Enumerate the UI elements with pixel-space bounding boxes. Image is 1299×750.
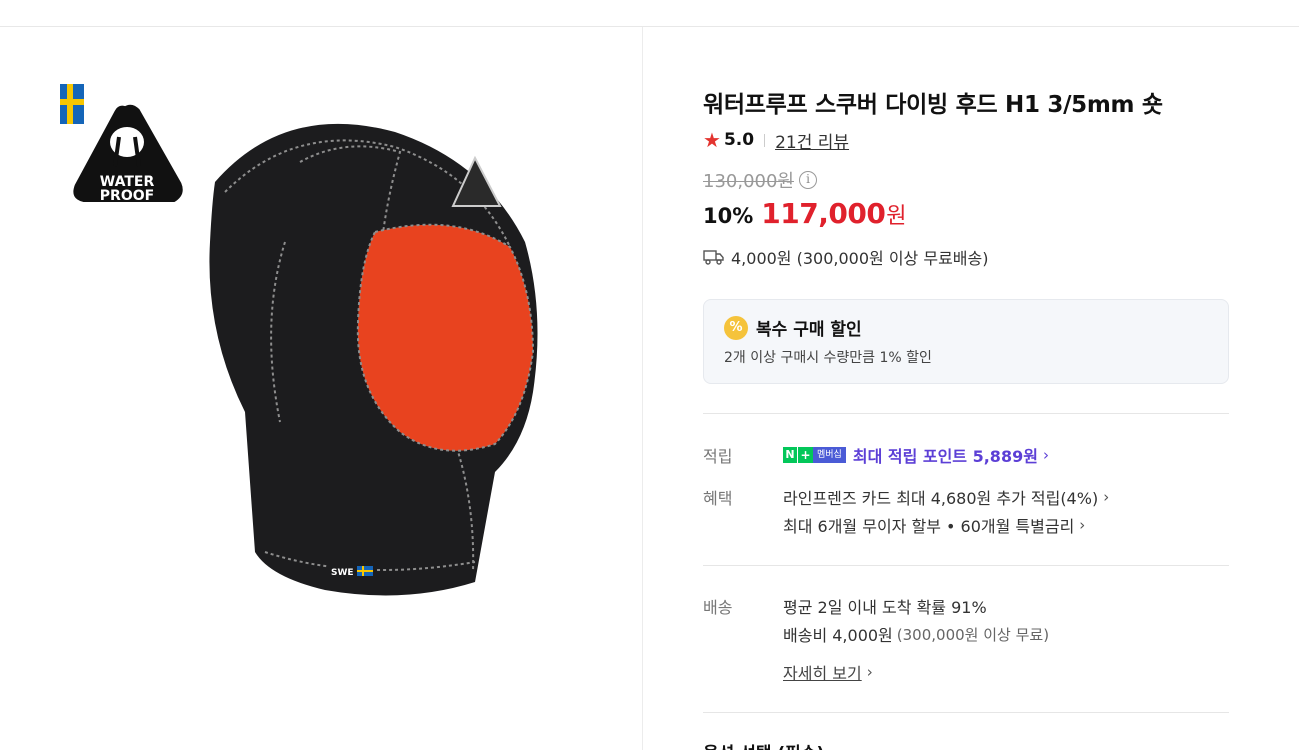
points-label: 적립 — [703, 447, 733, 466]
bulk-discount-title: 복수 구매 할인 — [756, 320, 862, 340]
delivery-detail-link[interactable]: 자세히 보기 › — [783, 660, 873, 684]
discount-rate: 10% — [703, 204, 754, 228]
divider — [703, 712, 1229, 713]
star-icon: ★ — [703, 128, 721, 152]
benefit-card-text: 라인프렌즈 카드 최대 4,680원 추가 적립(4%) — [783, 489, 1099, 508]
benefits-label: 혜택 — [703, 489, 733, 508]
points-link[interactable]: N + 멤버십 최대 적립 포인트 5,889원 › — [783, 443, 1049, 467]
diving-hood: SWE — [209, 123, 538, 596]
original-price-row: 130,000원 i — [703, 167, 817, 193]
sweden-flag-icon — [60, 84, 84, 124]
product-image-pane: WATER PROOF SWEDEN SWE — [0, 27, 643, 750]
plus-icon: + — [797, 447, 813, 463]
divider — [703, 565, 1229, 566]
rating-separator — [764, 133, 766, 147]
rating-score: 5.0 — [723, 130, 755, 150]
benefit-installment-text: 최대 6개월 무이자 할부 • 60개월 특별금리 — [783, 517, 1075, 536]
truck-icon — [703, 250, 724, 265]
svg-text:SWEDEN: SWEDEN — [116, 204, 138, 210]
arrival-probability: 평균 2일 이내 도착 확률 91% — [783, 598, 987, 617]
benefit-installment-link[interactable]: 최대 6개월 무이자 할부 • 60개월 특별금리 › — [783, 513, 1085, 537]
top-bar — [0, 0, 1299, 27]
bulk-discount-box: % 복수 구매 할인 2개 이상 구매시 수량만큼 1% 할인 — [703, 299, 1229, 384]
review-count-link[interactable]: 21건 리뷰 — [775, 128, 849, 153]
product-title: 워터프루프 스쿠버 다이빙 후드 H1 3/5mm 숏 — [703, 92, 1163, 118]
bulk-discount-description: 2개 이상 구매시 수량만큼 1% 할인 — [724, 350, 932, 366]
chevron-right-icon: › — [1042, 446, 1049, 464]
original-price: 130,000원 — [703, 171, 794, 192]
rating-row: ★ 5.0 21건 리뷰 — [703, 128, 849, 153]
product-image[interactable]: WATER PROOF SWEDEN SWE — [55, 82, 555, 642]
naver-membership-badge: N + 멤버십 — [783, 447, 846, 463]
delivery-fee-row: 배송비 4,000원 (300,000원 이상 무료) — [783, 622, 1049, 646]
chevron-right-icon: › — [1079, 516, 1086, 534]
naver-n-icon: N — [783, 447, 797, 463]
shipping-summary-row: 4,000원 (300,000원 이상 무료배송) — [703, 245, 988, 269]
waterproof-logo: WATER PROOF SWEDEN — [69, 100, 187, 210]
max-points-text: 최대 적립 포인트 5,889원 — [852, 447, 1038, 466]
shipping-summary-text: 4,000원 (300,000원 이상 무료배송) — [731, 249, 989, 268]
product-info-pane: 워터프루프 스쿠버 다이빙 후드 H1 3/5mm 숏 ★ 5.0 21건 리뷰… — [703, 27, 1229, 750]
bulk-discount-header: % 복수 구매 할인 — [724, 315, 862, 340]
info-icon[interactable]: i — [799, 171, 817, 189]
delivery-free-condition: (300,000원 이상 무료) — [896, 625, 1050, 644]
divider — [703, 413, 1229, 414]
sale-price-unit: 원 — [886, 204, 907, 229]
delivery-label: 배송 — [703, 598, 733, 617]
delivery-arrival-text: 평균 2일 이내 도착 확률 91% — [783, 594, 987, 618]
sale-price-row: 10% 117,000 원 — [703, 197, 907, 230]
sale-price: 117,000 — [761, 197, 886, 230]
svg-text:PROOF: PROOF — [100, 188, 154, 204]
chevron-right-icon: › — [866, 663, 873, 681]
option-select-title: 옵션 선택 (필수) — [703, 739, 824, 750]
percent-badge-icon: % — [724, 315, 748, 340]
svg-text:SWE: SWE — [331, 568, 354, 578]
delivery-fee: 배송비 4,000원 — [783, 626, 893, 645]
benefit-card-link[interactable]: 라인프렌즈 카드 최대 4,680원 추가 적립(4%) › — [783, 485, 1109, 509]
membership-tag: 멤버십 — [813, 447, 846, 463]
detail-link-text: 자세히 보기 — [783, 664, 862, 683]
chevron-right-icon: › — [1103, 488, 1110, 506]
